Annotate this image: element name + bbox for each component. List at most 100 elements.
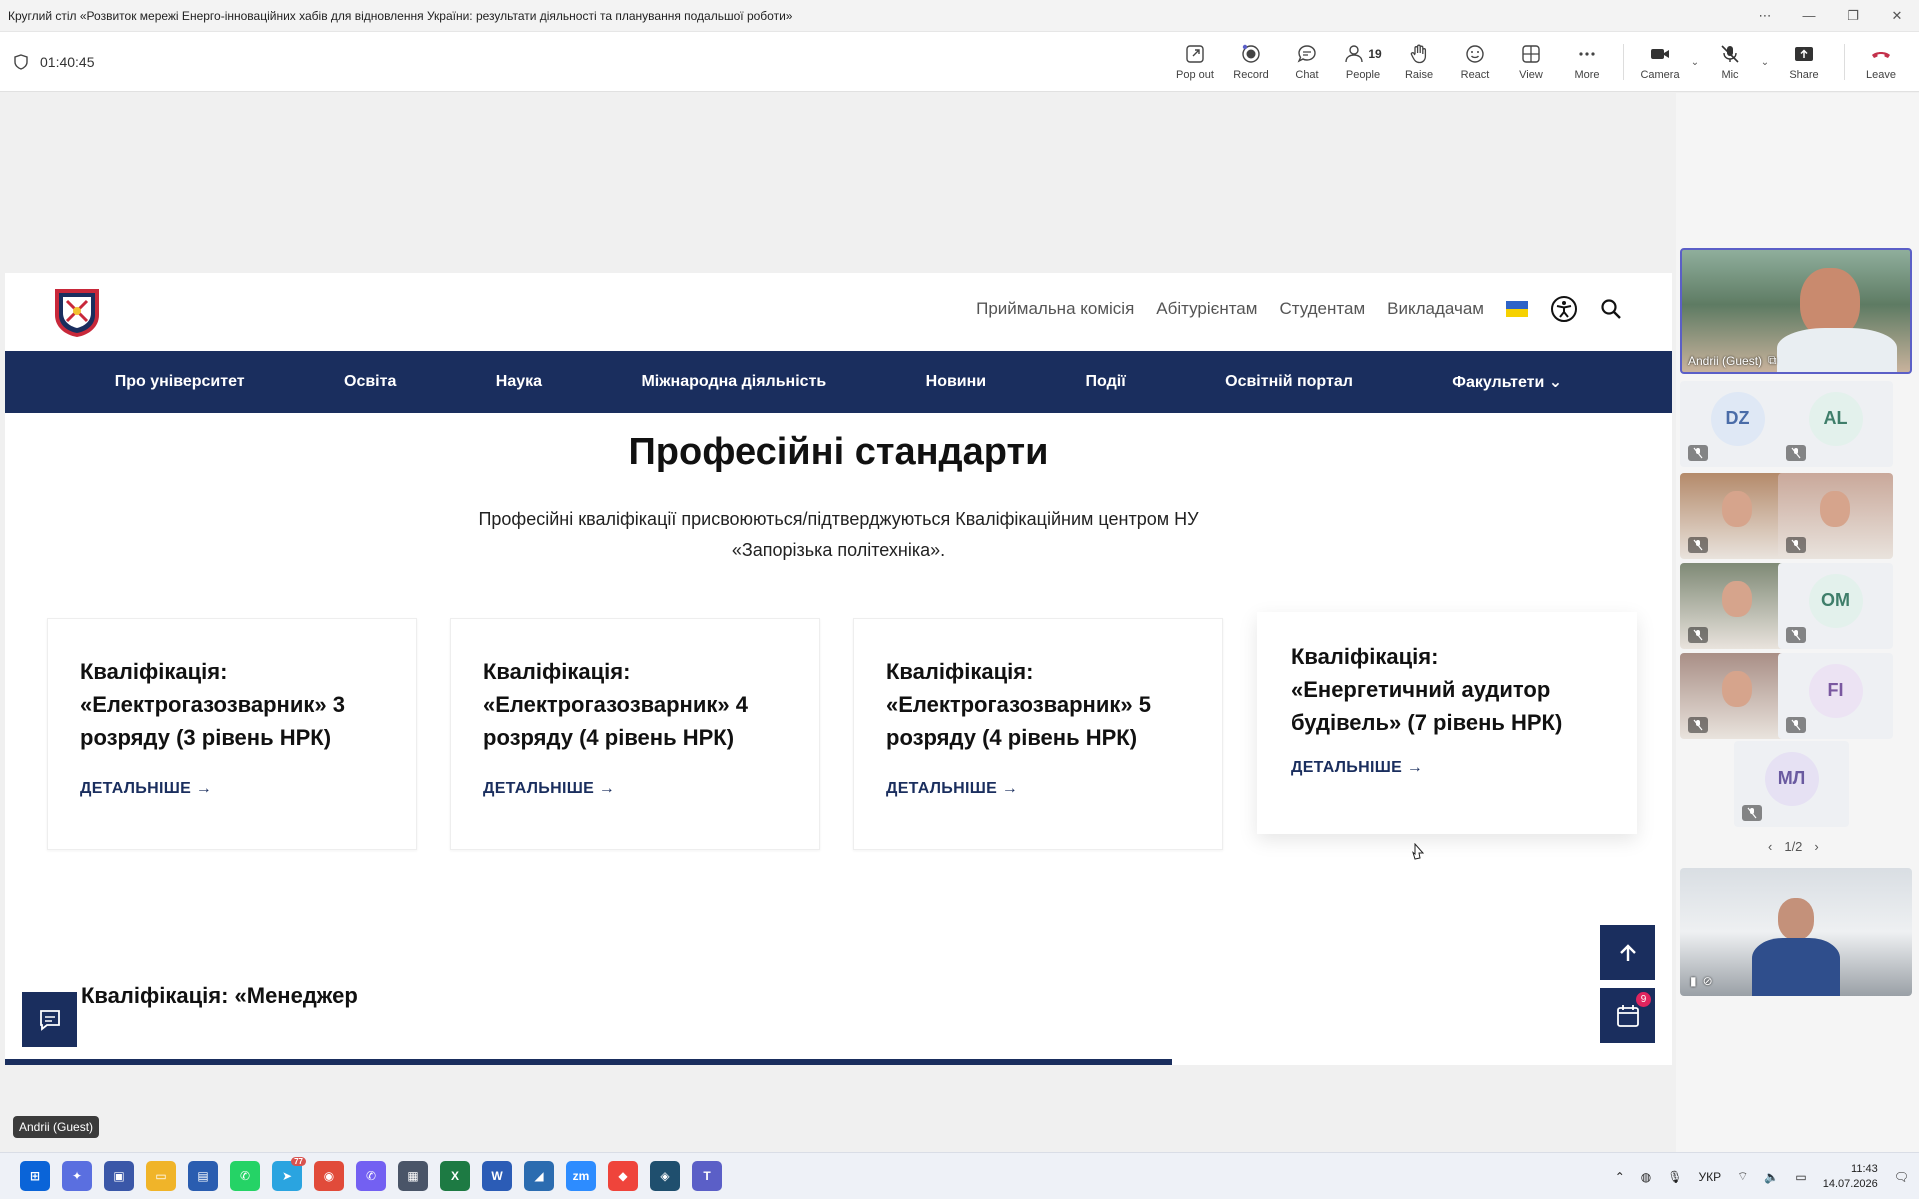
- participant-tile[interactable]: FI: [1778, 653, 1893, 739]
- window-minimize-button[interactable]: —: [1787, 0, 1831, 32]
- topnav-admissions-link[interactable]: Приймальна комісія: [976, 299, 1134, 319]
- search-icon[interactable]: [1600, 298, 1622, 320]
- share-button[interactable]: Share: [1772, 34, 1836, 90]
- muted-mic-icon: [1688, 627, 1708, 643]
- raise-hand-button[interactable]: Raise: [1391, 34, 1447, 90]
- nav-international-link[interactable]: Міжнародна діяльність: [641, 373, 826, 391]
- meeting-timer: 01:40:45: [0, 54, 95, 70]
- chevron-left-icon[interactable]: ‹: [1768, 839, 1772, 854]
- battery-icon[interactable]: ▭: [1795, 1170, 1806, 1184]
- university-logo-icon[interactable]: [49, 285, 105, 339]
- participant-video-face: [1722, 491, 1752, 527]
- topnav-teachers-link[interactable]: Викладачам: [1387, 299, 1484, 319]
- app-icon[interactable]: ▣: [104, 1161, 134, 1191]
- mic-button[interactable]: Mic: [1702, 34, 1758, 90]
- wifi-icon[interactable]: ⌔: [1737, 1169, 1748, 1184]
- ukraine-flag-icon[interactable]: [1506, 301, 1528, 317]
- calculator-glyph: ▦: [407, 1169, 419, 1183]
- language-indicator[interactable]: УКР: [1699, 1170, 1722, 1184]
- teams-glyph: T: [703, 1169, 711, 1183]
- participant-tile[interactable]: [1778, 473, 1893, 559]
- explorer-icon[interactable]: ▭: [146, 1161, 176, 1191]
- copilot-icon[interactable]: ✦: [62, 1161, 92, 1191]
- system-tray: ⌃ ◍ 🎙 УКР ⌔ 🔈 ▭ 11:43 14.07.2026 🗨: [1615, 1153, 1909, 1199]
- reading-progress-bar: [5, 1059, 1172, 1065]
- topnav-students-link[interactable]: Студентам: [1279, 299, 1365, 319]
- save-icon[interactable]: ▤: [188, 1161, 218, 1191]
- nav-faculties-dropdown[interactable]: Факультети ⌄: [1452, 372, 1562, 392]
- camera-button[interactable]: Camera: [1632, 34, 1688, 90]
- events-calendar-button[interactable]: 9: [1600, 988, 1655, 1043]
- nav-about-link[interactable]: Про університет: [115, 373, 245, 391]
- nav-news-link[interactable]: Новини: [926, 373, 987, 391]
- viber-icon[interactable]: ✆: [356, 1161, 386, 1191]
- nav-faculties-label: Факультети: [1452, 374, 1545, 391]
- self-view-tile[interactable]: ▮ ⊘: [1680, 868, 1912, 996]
- site-top-nav: Приймальна комісія Абітурієнтам Студента…: [976, 295, 1622, 323]
- chrome-icon[interactable]: ◉: [314, 1161, 344, 1191]
- tray-app-icon[interactable]: ◍: [1641, 1170, 1651, 1184]
- participant-tile[interactable]: OM: [1778, 563, 1893, 649]
- calculator-icon[interactable]: ▦: [398, 1161, 428, 1191]
- pop-out-button[interactable]: Pop out: [1167, 34, 1223, 90]
- chevron-up-icon[interactable]: ⌃: [1615, 1170, 1625, 1184]
- featured-participant-tile[interactable]: Andrii (Guest) ⧉: [1680, 248, 1912, 374]
- topnav-applicants-link[interactable]: Абітурієнтам: [1156, 299, 1257, 319]
- teams-icon[interactable]: T: [692, 1161, 722, 1191]
- camera-options-chevron-down-icon[interactable]: ⌄: [1688, 57, 1702, 68]
- self-audio-status: ▮ ⊘: [1690, 974, 1713, 988]
- nav-education-link[interactable]: Освіта: [344, 373, 396, 391]
- participant-name-label: Andrii (Guest) ⧉: [1688, 353, 1777, 368]
- notifications-icon[interactable]: 🗨: [1894, 1170, 1909, 1184]
- timer-text: 01:40:45: [40, 53, 95, 70]
- avatar: FI: [1808, 663, 1863, 718]
- chat-button[interactable]: Chat: [1279, 34, 1335, 90]
- participant-tile[interactable]: AL: [1778, 381, 1893, 467]
- muted-mic-icon: [1786, 717, 1806, 733]
- volume-icon[interactable]: 🔈: [1764, 1170, 1779, 1184]
- microphone-icon[interactable]: 🎙: [1667, 1170, 1682, 1184]
- record-button[interactable]: Record: [1223, 34, 1279, 90]
- people-button[interactable]: 19 People: [1335, 34, 1391, 90]
- card-title: Кваліфікація: «Енергетичний аудитор буді…: [1291, 644, 1563, 735]
- app2-icon[interactable]: ◢: [524, 1161, 554, 1191]
- screen-share-icon: ⧉: [1768, 353, 1777, 367]
- chevron-right-icon[interactable]: ›: [1814, 839, 1818, 854]
- accessibility-icon[interactable]: [1550, 295, 1578, 323]
- card-more-link[interactable]: ДЕТАЛЬНІШЕ →: [886, 780, 1190, 798]
- windows-start-icon[interactable]: ⊞: [20, 1161, 50, 1191]
- window-close-button[interactable]: ✕: [1875, 0, 1919, 32]
- app3-icon[interactable]: ◈: [650, 1161, 680, 1191]
- nav-events-link[interactable]: Події: [1086, 373, 1126, 391]
- react-button[interactable]: React: [1447, 34, 1503, 90]
- word-icon[interactable]: W: [482, 1161, 512, 1191]
- leave-button[interactable]: Leave: [1853, 34, 1909, 90]
- zoom-icon[interactable]: zm: [566, 1161, 596, 1191]
- card-title: Кваліфікація: «Електрогазозварник» 5 роз…: [886, 659, 1151, 750]
- scroll-to-top-button[interactable]: [1600, 925, 1655, 980]
- nav-science-link[interactable]: Наука: [496, 373, 542, 391]
- view-button[interactable]: View: [1503, 34, 1559, 90]
- grid-icon: [1522, 45, 1540, 63]
- site-chat-button[interactable]: [22, 992, 77, 1047]
- card-more-link[interactable]: ДЕТАЛЬНІШЕ →: [1291, 759, 1603, 777]
- arrow-up-icon: [1619, 943, 1636, 961]
- muted-mic-icon: [1786, 627, 1806, 643]
- whatsapp-icon[interactable]: ✆: [230, 1161, 260, 1191]
- nav-portal-link[interactable]: Освітній портал: [1225, 373, 1353, 391]
- window-more-button[interactable]: ⋯: [1743, 0, 1787, 32]
- qualification-card: Кваліфікація: «Електрогазозварник» 3 роз…: [47, 618, 417, 850]
- avatar: МЛ: [1764, 751, 1819, 806]
- excel-icon[interactable]: X: [440, 1161, 470, 1191]
- card-more-link[interactable]: ДЕТАЛЬНІШЕ →: [80, 780, 384, 798]
- participant-tile[interactable]: МЛ: [1734, 741, 1849, 827]
- window-restore-button[interactable]: ❐: [1831, 0, 1875, 32]
- view-label: View: [1519, 69, 1543, 81]
- telegram-icon[interactable]: ➤ 77: [272, 1157, 306, 1191]
- mic-options-chevron-down-icon[interactable]: ⌄: [1758, 57, 1772, 68]
- clock[interactable]: 11:43 14.07.2026: [1823, 1162, 1878, 1192]
- more-button[interactable]: More: [1559, 34, 1615, 90]
- more-label: More: [1574, 69, 1600, 81]
- card-more-link[interactable]: ДЕТАЛЬНІШЕ →: [483, 780, 787, 798]
- anydesk-icon[interactable]: ◆: [608, 1161, 638, 1191]
